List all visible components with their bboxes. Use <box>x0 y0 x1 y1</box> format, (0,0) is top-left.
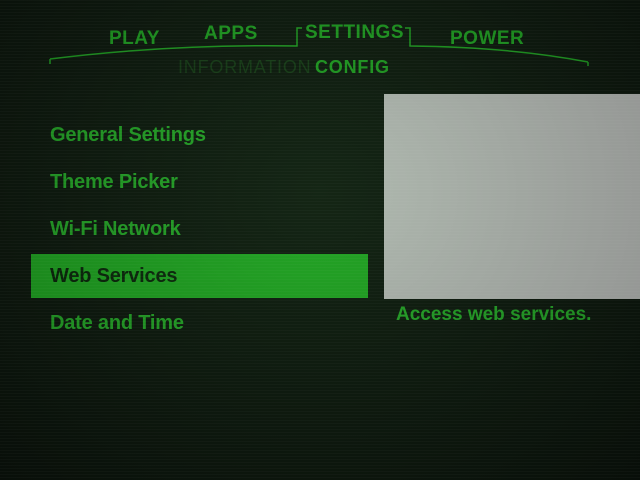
tab-play[interactable]: PLAY <box>109 28 160 50</box>
preview-image <box>384 94 640 299</box>
tab-power[interactable]: POWER <box>450 28 524 50</box>
menu-item-date-and-time[interactable]: Date and Time <box>50 312 184 335</box>
tab-apps[interactable]: APPS <box>204 23 258 45</box>
menu-item-theme-picker[interactable]: Theme Picker <box>50 171 178 194</box>
tab-settings[interactable]: SETTINGS <box>305 22 404 44</box>
menu-item-wifi-network[interactable]: Wi-Fi Network <box>50 218 181 241</box>
item-description: Access web services. <box>396 304 592 325</box>
menu-item-web-services[interactable]: Web Services <box>50 265 178 288</box>
subtab-information[interactable]: INFORMATION <box>178 57 311 78</box>
subtab-config[interactable]: CONFIG <box>315 57 390 78</box>
menu-item-general-settings[interactable]: General Settings <box>50 124 206 147</box>
